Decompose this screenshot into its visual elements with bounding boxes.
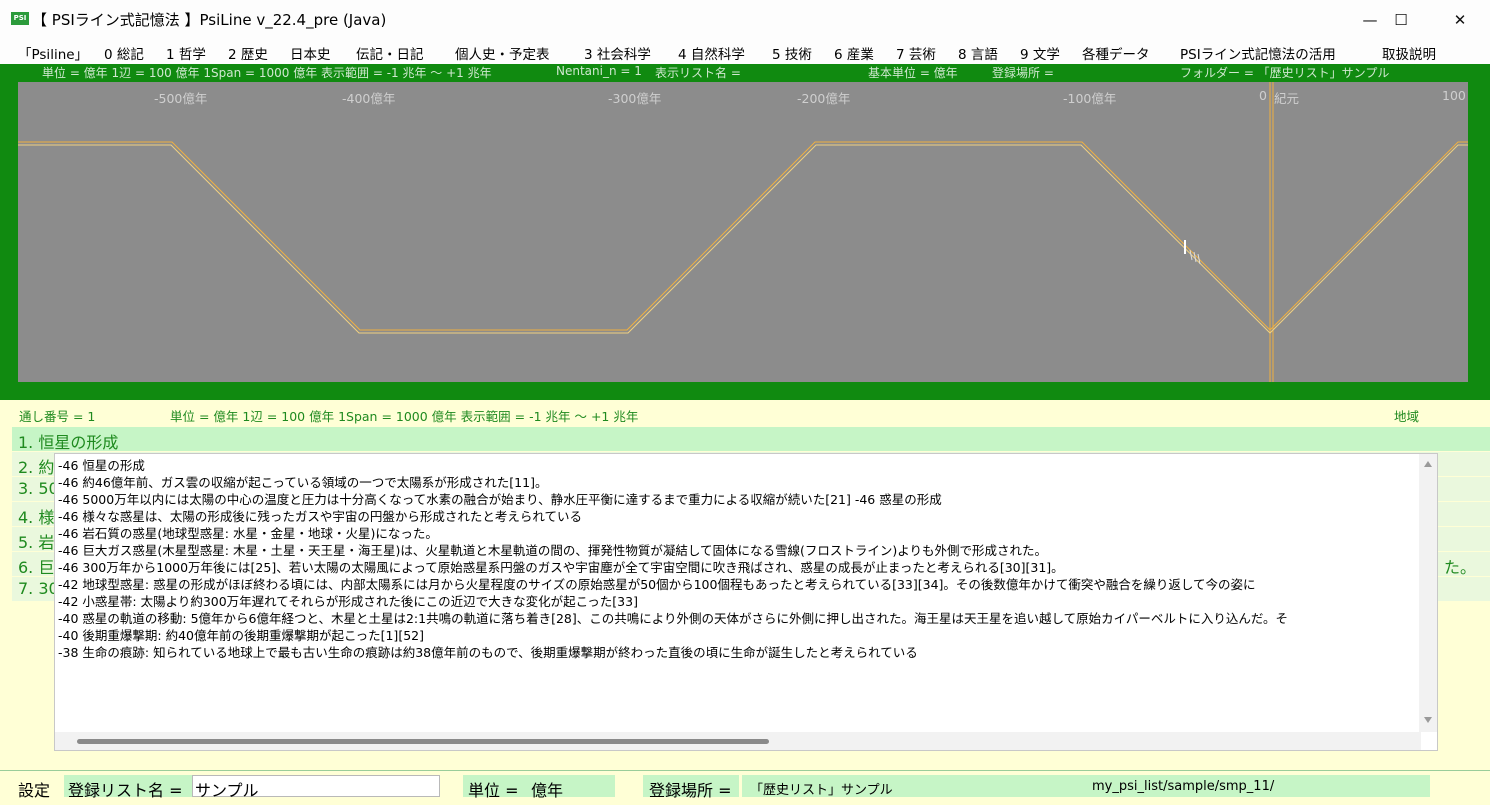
info-list-name: 表示リスト名 = (655, 66, 741, 80)
editor-line: -42 地球型惑星: 惑星の形成がほぼ終わる頃には、内部太陽系には月から火星程度… (58, 577, 1256, 592)
vertical-scrollbar[interactable] (1419, 454, 1437, 732)
unit-value: 億年 (531, 781, 564, 800)
location-value: 「歴史リスト」サンプル (750, 783, 893, 798)
menu-art[interactable]: 7 芸術 (896, 43, 936, 63)
timeline-frame: 単位 = 億年 1辺 = 100 億年 1Span = 1000 億年 表示範囲… (0, 64, 1490, 400)
psi-line (18, 144, 1468, 334)
editor-line: -46 5000万年以内には太陽の中心の温度と圧力は十分高くなって水素の融合が始… (58, 492, 942, 507)
close-button[interactable]: ✕ (1436, 4, 1484, 36)
region-label: 地域 (1394, 409, 1420, 424)
settings-button[interactable]: 設定 (18, 777, 50, 801)
menu-social-science[interactable]: 3 社会科学 (584, 43, 651, 63)
menu-history[interactable]: 2 歴史 (228, 43, 268, 63)
editor-line: -40 後期重爆撃期: 約40億年前の後期重爆撃期が起こった[1][52] (58, 628, 424, 643)
editor-line: -46 巨大ガス惑星(木星型惑星: 木星・土星・天王星・海王星)は、火星軌道と木… (58, 543, 1047, 558)
list-name-label: 登録リスト名 = (68, 781, 183, 800)
scroll-arrows (1424, 461, 1432, 723)
scroll-up-icon (1424, 461, 1432, 467)
list-name-input[interactable]: サンプル (192, 775, 440, 800)
menu-natural-science[interactable]: 4 自然科学 (678, 43, 745, 63)
lower-scale: 単位 = 億年 1辺 = 100 億年 1Span = 1000 億年 表示範囲… (170, 409, 639, 424)
list-item-tail: た。 (1444, 558, 1477, 576)
timeline-svg (18, 82, 1468, 382)
editor-line: -46 約46億年前、ガス雲の収縮が起こっている領域の一つで太陽系が形成された[… (58, 475, 548, 490)
psi-line (18, 141, 1468, 331)
menu-philosophy[interactable]: 1 哲学 (166, 43, 206, 63)
window-title: 【 PSIライン式記憶法 】PsiLine v_22.4_pre (Java) (32, 11, 387, 29)
location-label: 登録場所 = (649, 781, 732, 800)
menu-utilization[interactable]: PSIライン式記憶法の活用 (1180, 43, 1336, 63)
scroll-thumb[interactable] (77, 739, 769, 744)
info-base-unit: 基本単位 = 億年 (868, 66, 958, 80)
menu-psiline[interactable]: 「Psiline」 (18, 43, 88, 63)
menu-japanese-history[interactable]: 日本史 (290, 43, 331, 63)
info-folder: フォルダー = 「歴史リスト」サンプル (1180, 66, 1390, 80)
editor-line: -46 300万年から1000万年後には[25]、若い太陽の太陽風によって原始惑… (58, 560, 1064, 575)
scroll-down-icon (1424, 717, 1432, 723)
menu-language[interactable]: 8 言語 (958, 43, 998, 63)
editor-line: -46 恒星の形成 (58, 458, 145, 473)
editor-line: -40 惑星の軌道の移動: 5億年から6億年経つと、木星と土星は2:1共鳴の軌道… (58, 611, 1289, 626)
menu-literature[interactable]: 9 文学 (1020, 43, 1060, 63)
menu-industry[interactable]: 6 産業 (834, 43, 874, 63)
app-icon: PSI (11, 12, 29, 25)
event-text-editor[interactable]: -46 恒星の形成 -46 約46億年前、ガス雲の収縮が起こっている領域の一つで… (54, 453, 1438, 751)
menu-technology[interactable]: 5 技術 (772, 43, 812, 63)
serial-number: 通し番号 = 1 (19, 409, 96, 424)
menu-personal-history[interactable]: 個人史・予定表 (455, 43, 550, 63)
editor-line: -46 岩石質の惑星(地球型惑星: 水星・金星・地球・火星)になった。 (58, 526, 438, 541)
info-scale: 単位 = 億年 1辺 = 100 億年 1Span = 1000 億年 表示範囲… (42, 66, 492, 80)
menu-general[interactable]: 0 総記 (104, 43, 144, 63)
info-location: 登録場所 = (992, 66, 1054, 80)
menu-manual[interactable]: 取扱説明 (1382, 43, 1436, 63)
maximize-button[interactable]: ☐ (1377, 4, 1425, 36)
editor-line: -38 生命の痕跡: 知られている地球上で最も古い生命の痕跡は約38億年前のもの… (58, 645, 918, 660)
list-name-value: サンプル (195, 781, 259, 800)
info-nentani: Nentani_n = 1 (556, 64, 642, 78)
editor-line: -42 小惑星帯: 太陽より約300万年遅れてそれらが形成された後にこの近辺で大… (58, 594, 638, 609)
unit-label: 単位 = (468, 781, 519, 800)
menu-biography[interactable]: 伝記・日記 (356, 43, 424, 63)
editor-line: -46 様々な惑星は、太陽の形成後に残ったガスや宇宙の円盤から形成されたと考えら… (58, 509, 583, 524)
location-path: my_psi_list/sample/smp_11/ (1092, 779, 1275, 794)
list-item[interactable]: 1. 恒星の形成 (12, 427, 1490, 451)
status-bar: 設定 登録リスト名 = サンプル 単位 = 億年 登録場所 = 「歴史リスト」サ… (0, 770, 1490, 805)
title-bar: PSI 【 PSIライン式記憶法 】PsiLine v_22.4_pre (Ja… (0, 0, 1490, 38)
menu-data[interactable]: 各種データ (1082, 43, 1150, 63)
timeline-plot[interactable]: -500億年 -400億年 -300億年 -200億年 -100億年 0 紀元 … (18, 82, 1468, 382)
menu-bar: 「Psiline」 0 総記 1 哲学 2 歴史 日本史 伝記・日記 個人史・予… (0, 38, 1490, 65)
horizontal-scrollbar[interactable] (55, 732, 1421, 750)
